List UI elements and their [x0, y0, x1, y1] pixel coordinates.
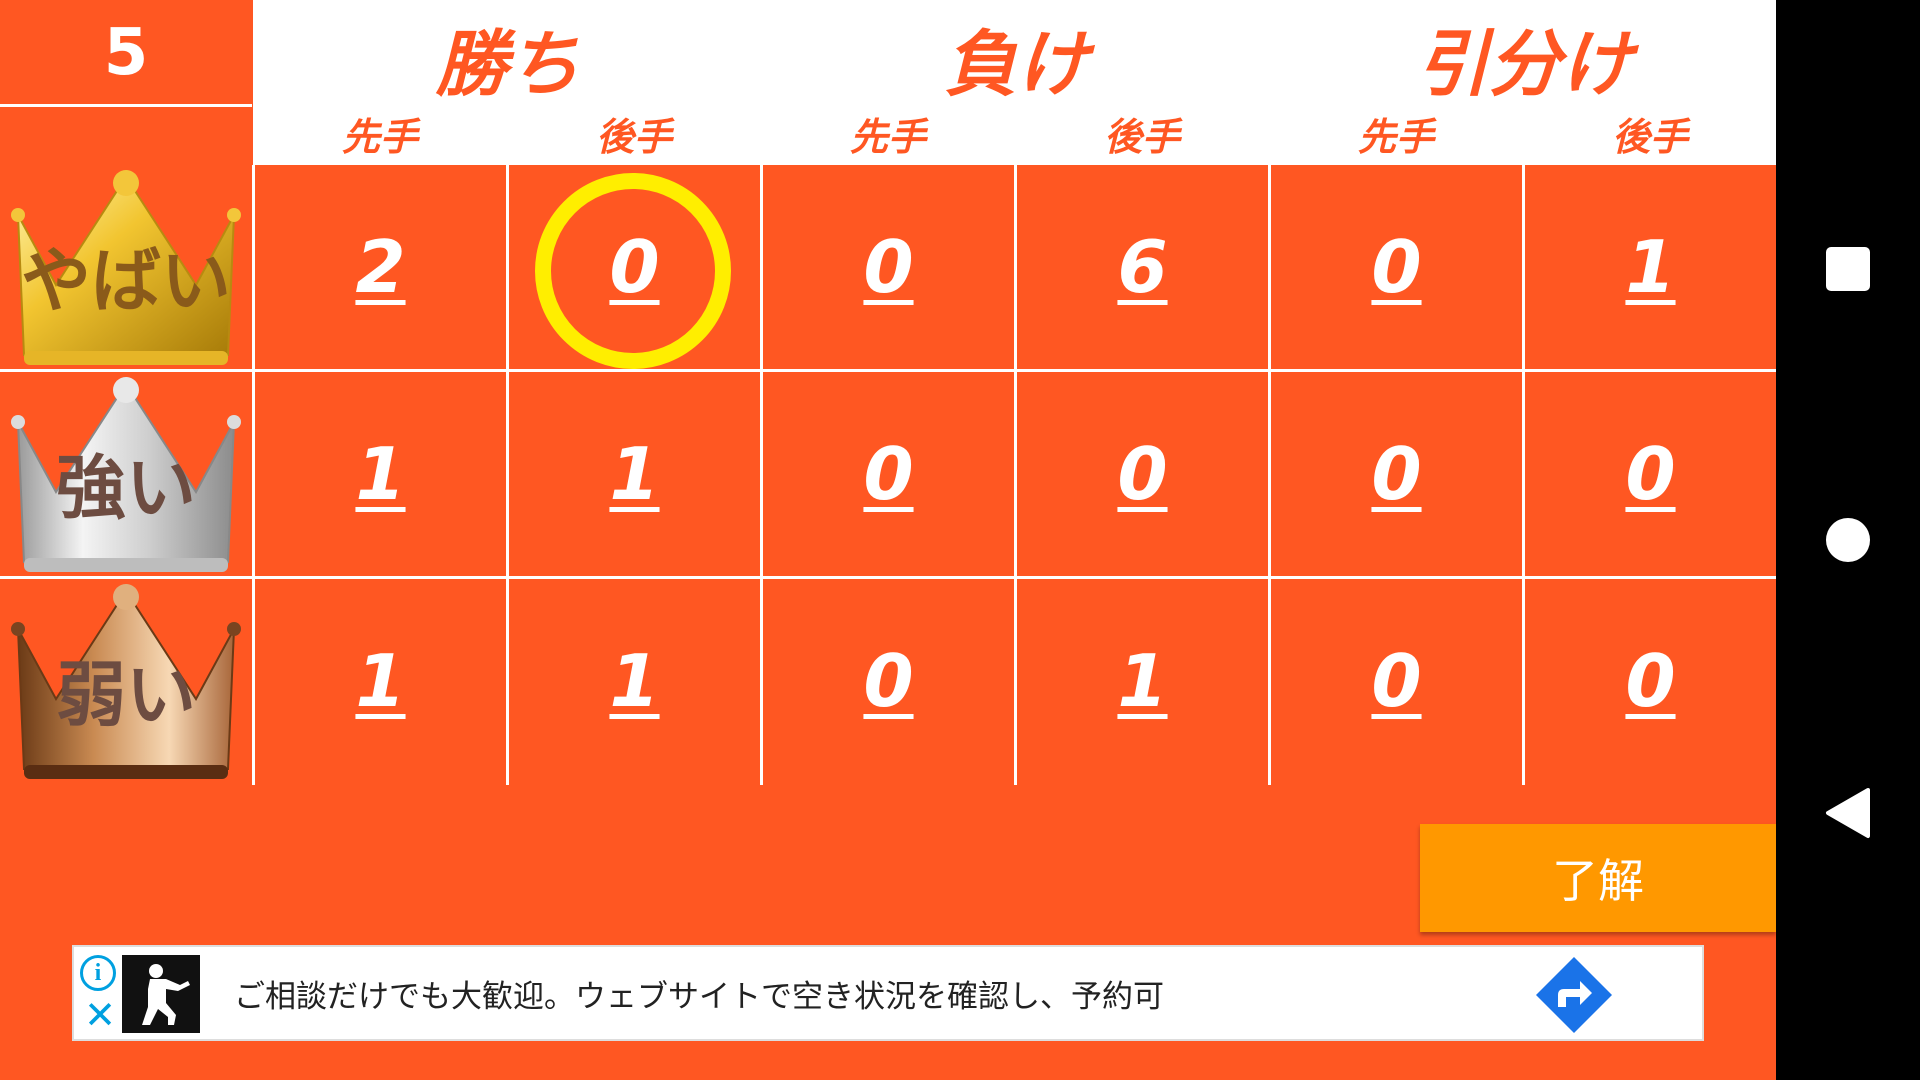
rank-label-tsuyoi: 強い: [56, 447, 196, 529]
sub-label-draws-second: 後手: [1611, 114, 1688, 159]
cell-tsuyoi-losses-first[interactable]: 0: [863, 432, 913, 516]
divider: [0, 104, 252, 107]
cell-yowai-losses-second[interactable]: 1: [1117, 639, 1167, 723]
app-screen: 5 勝ち 負け 引分け 先手 後手 先手 後手 先手 後手 やばい 2 0 0 …: [0, 0, 1776, 1080]
sub-label-wins-second: 後手: [595, 114, 672, 159]
cell-yabai-wins-first[interactable]: 2: [355, 225, 405, 309]
rank-label-yowai: 弱い: [56, 654, 196, 736]
level-number: 5: [103, 16, 149, 90]
level-header: 5: [0, 0, 252, 165]
ok-button[interactable]: 了解: [1420, 824, 1776, 932]
info-icon[interactable]: i: [80, 955, 116, 991]
cell-yowai-losses-first[interactable]: 0: [863, 639, 913, 723]
directions-arrow-icon[interactable]: [1534, 955, 1614, 1035]
cell-tsuyoi-draws-second[interactable]: 0: [1625, 432, 1675, 516]
cell-yabai-draws-first[interactable]: 0: [1371, 225, 1421, 309]
group-label-draws: 引分け: [1416, 21, 1633, 106]
sub-label-draws-first: 先手: [1357, 114, 1434, 159]
cell-yabai-wins-second[interactable]: 0: [609, 225, 659, 309]
cell-yowai-wins-first[interactable]: 1: [355, 639, 405, 723]
ad-text: ご相談だけでも大歓迎。ウェブサイトで空き状況を確認し、予約可: [234, 978, 1164, 1015]
android-nav-bar: [1776, 0, 1920, 1080]
cell-tsuyoi-losses-second[interactable]: 0: [1117, 432, 1167, 516]
cell-yowai-wins-second[interactable]: 1: [609, 639, 659, 723]
cell-tsuyoi-wins-first[interactable]: 1: [355, 432, 405, 516]
ad-banner[interactable]: i ✕ ご相談だけでも大歓迎。ウェブサイトで空き状況を確認し、予約可: [72, 945, 1704, 1041]
crown-bronze: 弱い: [0, 579, 252, 783]
cell-yowai-draws-first[interactable]: 0: [1371, 639, 1421, 723]
crown-gold: やばい: [0, 165, 252, 369]
cell-tsuyoi-draws-first[interactable]: 0: [1371, 432, 1421, 516]
ad-logo: [122, 955, 200, 1033]
cell-yabai-losses-first[interactable]: 0: [863, 225, 913, 309]
cell-yabai-losses-second[interactable]: 6: [1117, 225, 1167, 309]
results-grid: やばい 2 0 0 6 0 1 強い 1 1 0 0 0 0 弱い 1 1 0 …: [0, 165, 1776, 785]
sub-label-losses-first: 先手: [849, 114, 926, 159]
recents-button-icon[interactable]: [1826, 247, 1870, 291]
crown-silver: 強い: [0, 372, 252, 576]
rank-label-yabai: やばい: [21, 240, 231, 322]
close-icon[interactable]: ✕: [82, 993, 118, 1037]
group-label-losses: 負け: [944, 21, 1089, 106]
soldier-silhouette-icon: [142, 964, 190, 1025]
group-label-wins: 勝ち: [435, 21, 580, 106]
cell-yowai-draws-second[interactable]: 0: [1625, 639, 1675, 723]
back-button-icon[interactable]: [1822, 786, 1872, 840]
cell-yabai-draws-second[interactable]: 1: [1625, 225, 1675, 309]
home-button-icon[interactable]: [1826, 518, 1870, 562]
cell-tsuyoi-wins-second[interactable]: 1: [609, 432, 659, 516]
sub-label-wins-first: 先手: [341, 114, 418, 159]
sub-label-losses-second: 後手: [1103, 114, 1180, 159]
